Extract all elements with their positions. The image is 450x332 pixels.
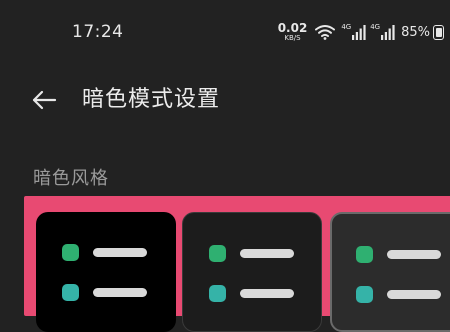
preview-bar	[93, 288, 147, 297]
network-speed: 0.02 KB/S	[278, 22, 308, 42]
preview-bar	[93, 248, 147, 257]
network-speed-unit: KB/S	[284, 34, 301, 42]
battery-icon	[433, 24, 444, 40]
cell-signal-2: 4G	[370, 24, 395, 40]
cell-signal-1-tag: 4G	[341, 23, 352, 31]
preview-row	[356, 286, 441, 303]
preview-bar	[387, 250, 441, 259]
preview-dot	[209, 245, 226, 262]
preview-row	[209, 245, 294, 262]
preview-dot	[209, 285, 226, 302]
preview-row	[62, 284, 147, 301]
preview-row	[356, 246, 441, 263]
status-time: 17:24	[72, 22, 124, 42]
preview-bar	[240, 249, 294, 258]
dark-style-option-1[interactable]	[36, 212, 176, 332]
wifi-icon	[315, 25, 336, 40]
page-header: 暗色模式设置	[0, 78, 450, 122]
status-bar: 17:24 0.02 KB/S 4G 4G 85%	[0, 0, 450, 64]
preview-dot	[356, 246, 373, 263]
network-speed-value: 0.02	[277, 21, 308, 35]
battery-percent: 85%	[401, 24, 430, 40]
preview-dot	[356, 286, 373, 303]
section-label: 暗色风格	[33, 168, 109, 189]
dark-style-option-3[interactable]	[330, 212, 450, 332]
signal-bars-icon	[352, 25, 366, 40]
status-icons: 0.02 KB/S 4G 4G 85%	[278, 21, 444, 43]
arrow-left-icon	[32, 90, 57, 110]
preview-bar	[387, 290, 441, 299]
preview-row	[209, 285, 294, 302]
preview-row	[62, 244, 147, 261]
preview-dot	[62, 244, 79, 261]
back-button[interactable]	[28, 84, 60, 116]
signal-bars-icon	[381, 25, 395, 40]
page-title: 暗色模式设置	[82, 87, 221, 112]
dark-style-options	[32, 204, 450, 332]
cell-signal-2-tag: 4G	[370, 23, 381, 31]
preview-dot	[62, 284, 79, 301]
cell-signal-1: 4G	[341, 24, 366, 40]
dark-style-option-2[interactable]	[182, 212, 322, 332]
preview-bar	[240, 289, 294, 298]
